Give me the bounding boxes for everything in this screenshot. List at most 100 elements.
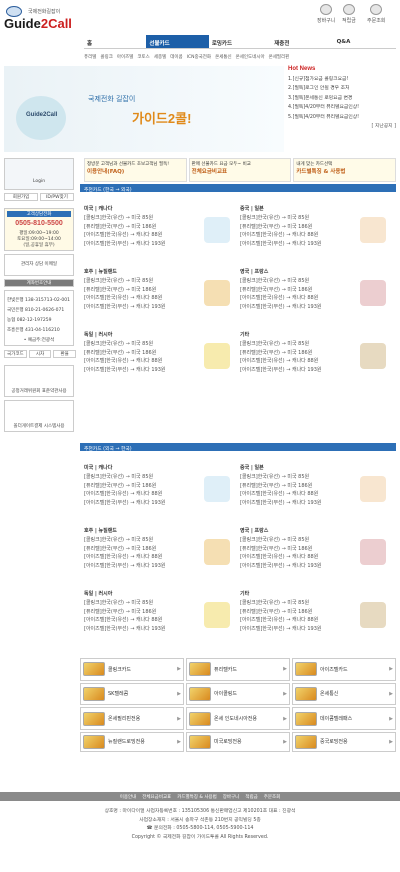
arrow-icon: ▶ <box>389 690 393 697</box>
orders-link[interactable]: 주문조회 <box>367 4 385 24</box>
rate-cell-title: 중국 | 일본 <box>240 206 264 212</box>
call-center: 고객상담전화 0505-810-5500 평일:09:00~19:00 토요일:… <box>4 208 74 251</box>
card-link[interactable]: 온세 인도네시아전용 ▶ <box>186 707 290 730</box>
card-link[interactable]: 미국로밍전용 ▶ <box>186 731 290 752</box>
logo[interactable]: 국제전화길잡이 Guide2Call <box>4 6 76 34</box>
rate-cell: 중국 | 일본 [콜링크]한국(유선) → 미국 85원 [퓨리텔]한국(무선) →… <box>240 464 390 507</box>
sub-nav: 퓨리텔 콜링크 아이즈텔 코토스 세종텔 데이콤 ICN중국전화 온세통신 온세… <box>84 52 396 61</box>
country-image <box>360 602 386 628</box>
bank-item: 한빛은행 138-315713-02-001 <box>7 298 70 303</box>
login-button[interactable]: Login <box>4 158 74 190</box>
tab-roaming[interactable]: 로밍카드 <box>209 35 271 48</box>
arrow-icon: ▶ <box>389 666 393 673</box>
rate-cell: 미국 | 캐나다 [콜링크]한국(유선) → 미국 85원 [퓨리텔]한국(무선) … <box>84 464 234 507</box>
card-grid: 콜링크카드 ▶ 퓨리텔카드 ▶ 아이즈텔카드 ▶ SK텔레콤 ▶ 아이콜링드 ▶ 온세통신 ▶ 온세필리… <box>80 658 396 752</box>
news-item[interactable]: 2.[필독]로그인 안될 경우 조처 <box>288 84 396 91</box>
card-link[interactable]: 아이즈텔카드 ▶ <box>292 658 396 681</box>
time-diff-link[interactable]: 시차 <box>28 350 52 358</box>
arrow-icon: ▶ <box>283 690 287 697</box>
subnav-item[interactable]: 콜링크 <box>100 54 112 61</box>
card-label: 미국로밍전용 <box>214 739 242 746</box>
subnav-item[interactable]: 세종텔 <box>154 54 166 61</box>
card-link[interactable]: 콜링크카드 ▶ <box>80 658 184 681</box>
country-image <box>204 539 230 565</box>
subnav-item[interactable]: ICN중국전화 <box>187 54 211 61</box>
rate-cell: 기타 [콜링크]한국(유선) → 미국 85원 [퓨리텔]한국(무선) → 미국 1… <box>240 590 390 633</box>
news-item[interactable]: 3.[필독]온세통신 로밍요금 변경 <box>288 94 396 101</box>
phone-number: 0505-810-5500 <box>15 220 63 227</box>
subnav-item[interactable]: 퓨리텔 <box>84 54 96 61</box>
arrow-icon: ▶ <box>177 738 181 745</box>
footer-link[interactable]: 주문조회 <box>264 794 281 801</box>
subnav-item[interactable]: 온세통신 <box>215 54 232 61</box>
footer-link[interactable]: 카드별특징 & 사용법 <box>177 794 217 801</box>
subnav-item[interactable]: 온세인도네시아 <box>236 54 265 61</box>
tab-qna[interactable]: Q&A <box>334 35 396 48</box>
footer-link[interactable]: 장바구니 <box>223 794 240 801</box>
footer: 상호명 : 마이다이얼 사업자등록번호 : 135105306 통신판매업신고 … <box>0 808 400 843</box>
rate-cell-title: 독일 | 러시아 <box>84 332 113 338</box>
footer-address: 사업장소재지 : 서울시 송파구 석촌동 210번지 공익빌딩 5층 <box>139 817 261 823</box>
news-more-link[interactable]: [ 지난공지 ] <box>288 122 396 129</box>
news-item[interactable]: 1.[신규]첨가요금 콜링크요금! <box>288 75 396 82</box>
rate-cell-title: 기타 <box>240 332 250 338</box>
card-label: 아이콜링드 <box>214 691 238 698</box>
rate-cell-title: 독일 | 러시아 <box>84 591 113 597</box>
exchange-rate-link[interactable]: 환율 <box>53 350 77 358</box>
tab-home[interactable]: 홈 <box>84 35 146 48</box>
banner-row: 정방문 고객님과 선불카드 초보고객님 필독! 이용안내(FAQ) 판매 선불카드… <box>84 158 397 182</box>
ftc-badge: 공정거래위원회 표준약관사용 <box>4 365 74 397</box>
tab-prepaid[interactable]: 선불카드 <box>146 35 209 48</box>
hours: (일,공휴일 휴무) <box>23 243 55 248</box>
tab-recharge[interactable]: 재충전 <box>271 35 333 48</box>
card-link[interactable]: 데이콤텔레패스 ▶ <box>292 707 396 730</box>
card-label: 아이즈텔카드 <box>320 666 348 673</box>
country-image <box>204 217 230 243</box>
hero-line2: 가이드2콜! <box>132 111 192 126</box>
card-link[interactable]: 뉴질랜드로밍전용 ▶ <box>80 731 184 752</box>
card-label: 콜링크카드 <box>108 666 132 673</box>
card-link[interactable]: 온세통신 ▶ <box>292 682 396 706</box>
arrow-icon: ▶ <box>177 690 181 697</box>
country-image <box>360 343 386 369</box>
cart-link[interactable]: 장바구니 <box>317 4 335 24</box>
subnav-item[interactable]: 아이즈텔 <box>117 54 134 61</box>
arrow-icon: ▶ <box>177 666 181 673</box>
coin-icon <box>342 4 355 15</box>
footer-link[interactable]: 적립금 <box>245 794 257 801</box>
arrow-icon: ▶ <box>177 715 181 722</box>
card-icon <box>189 711 211 726</box>
hero-disc: Guide2Call <box>16 96 66 140</box>
cart-icon <box>320 4 333 15</box>
country-image <box>204 343 230 369</box>
footer-link[interactable]: 이용안내 <box>120 794 137 801</box>
news-item[interactable]: 5.[필독]4/20부터 퓨리텔요금인상! <box>288 113 396 120</box>
card-link[interactable]: SK텔레콤 ▶ <box>80 682 184 706</box>
main-nav: 홈 선불카드 로밍카드 재충전 Q&A <box>84 35 396 49</box>
email-consult[interactable]: 관리자 상담 이메일 <box>4 254 74 276</box>
rate-compare-banner[interactable]: 판매 선불카드 요금 모두~ 비교 전체요금비교표 <box>188 158 292 182</box>
card-link[interactable]: 온세필리핀전용 ▶ <box>80 707 184 730</box>
faq-banner[interactable]: 정방문 고객님과 선불카드 초보고객님 필독! 이용안내(FAQ) <box>84 158 187 182</box>
rate-cell: 영국 | 프랑스 [콜링크]한국(유선) → 미국 85원 [퓨리텔]한국(무선) … <box>240 527 390 570</box>
footer-link[interactable]: 전체요금비교표 <box>142 794 171 801</box>
card-link[interactable]: 중국로밍전용 ▶ <box>292 731 396 752</box>
card-link[interactable]: 퓨리텔카드 ▶ <box>186 658 290 681</box>
subnav-item[interactable]: 온세필리핀 <box>269 54 290 61</box>
subnav-item[interactable]: 데이콤 <box>170 54 182 61</box>
news-item[interactable]: 4.[필독]4/20부터 퓨리텔요금인상! <box>288 103 396 110</box>
card-label: 온세필리핀전용 <box>108 716 141 723</box>
rate-cell-title: 호주 | 뉴질랜드 <box>84 269 117 275</box>
card-feature-banner[interactable]: 내게 맞는 카드선택 카드별특징 & 사용법 <box>293 158 397 182</box>
card-link[interactable]: 아이콜링드 ▶ <box>186 682 290 706</box>
document-icon <box>370 4 383 15</box>
arrow-icon: ▶ <box>283 666 287 673</box>
find-idpw-button[interactable]: ID/PW찾기 <box>40 193 74 201</box>
subnav-item[interactable]: 코토스 <box>137 54 149 61</box>
card-icon <box>189 662 211 677</box>
rate-cell: 독일 | 러시아 [콜링크]한국(유선) → 미국 85원 [퓨리텔]한국(무선) … <box>84 331 234 374</box>
call-center-title: 고객상담전화 <box>7 211 71 217</box>
points-link[interactable]: 적립금 <box>342 4 356 24</box>
country-code-link[interactable]: 국가코드 <box>4 350 27 358</box>
signup-button[interactable]: 회원가입 <box>4 193 38 201</box>
